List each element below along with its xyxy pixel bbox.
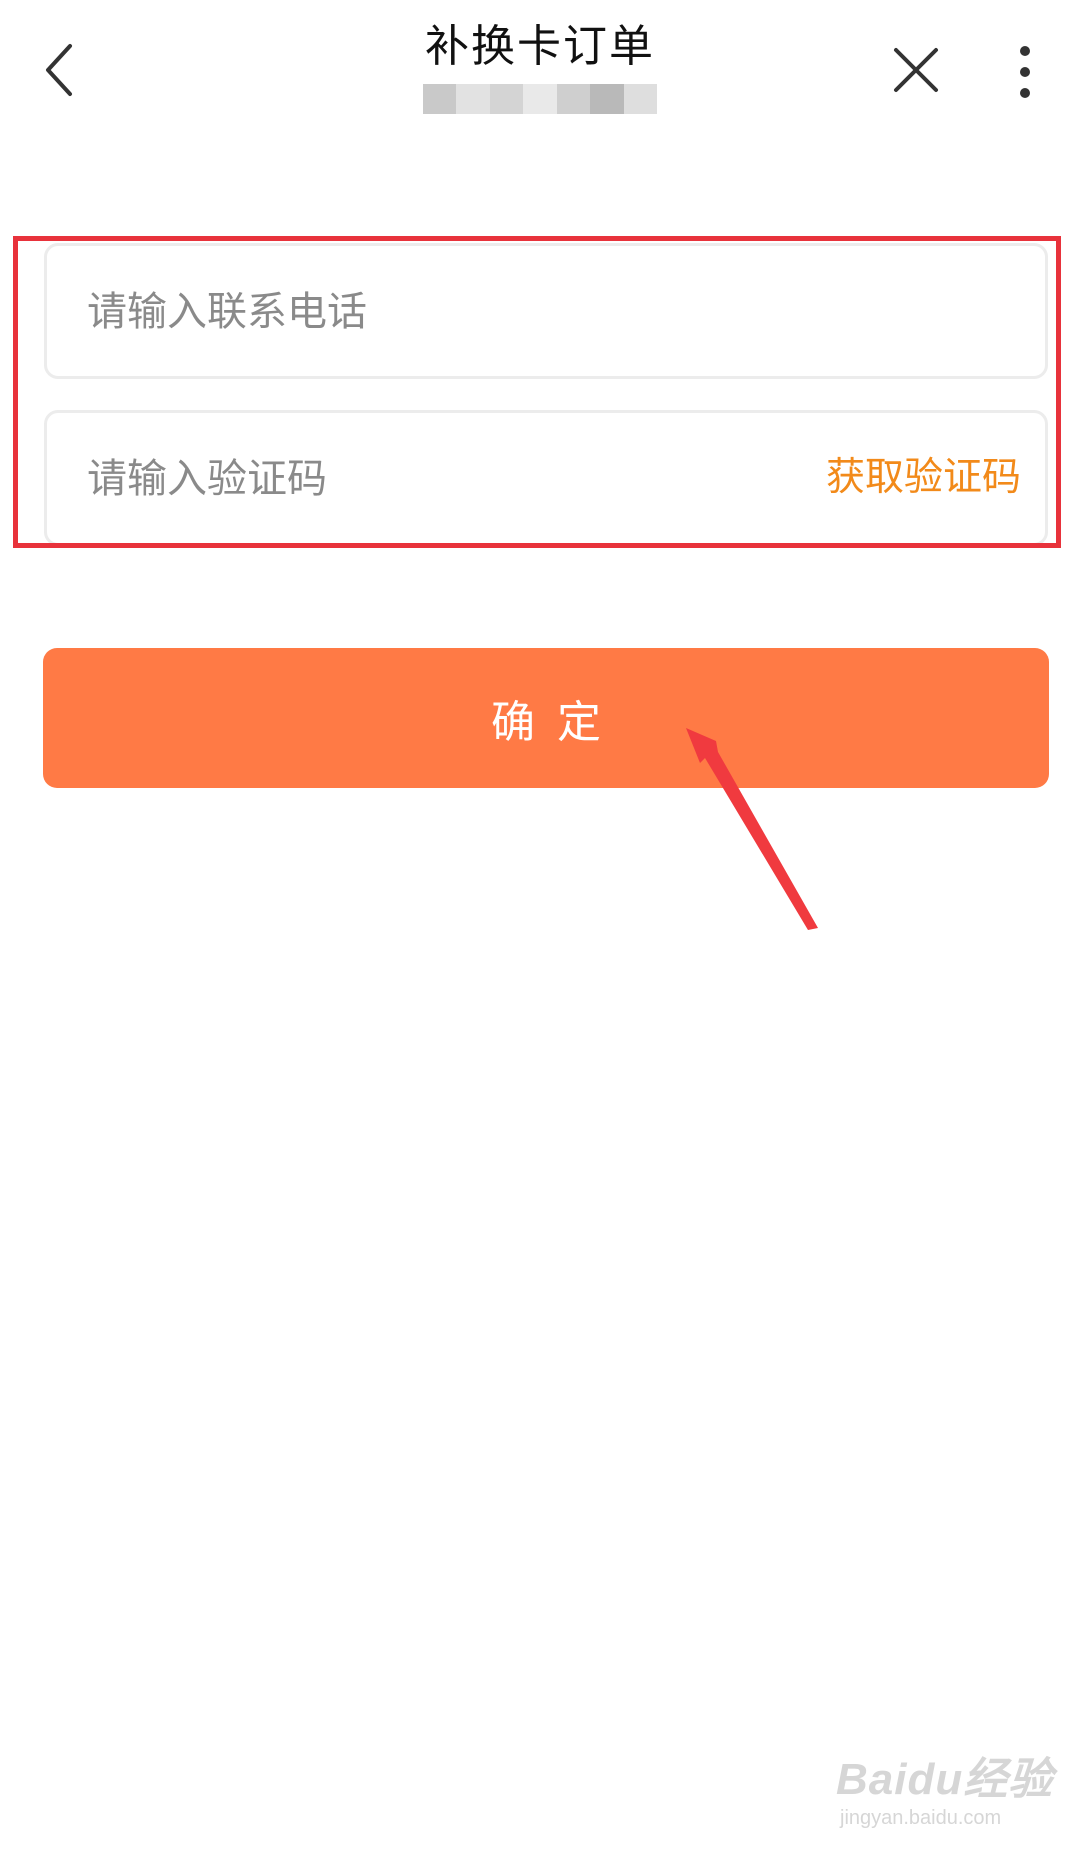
chevron-left-icon[interactable] <box>40 40 90 100</box>
watermark-logo: Baidu经验 <box>836 1755 1054 1804</box>
page-title: 补换卡订单 <box>425 21 655 72</box>
close-icon[interactable] <box>890 44 942 96</box>
more-vertical-icon[interactable] <box>1010 44 1040 100</box>
confirm-button[interactable]: 确定 <box>43 648 1049 788</box>
nav-bar: 补换卡订单 <box>0 0 1080 140</box>
title-group: 补换卡订单 <box>340 18 740 114</box>
watermark-url: jingyan.baidu.com <box>840 1807 1002 1829</box>
masked-phone-number <box>423 84 657 114</box>
baidu-jingyan-watermark: Baidu经验 jingyan.baidu.com <box>836 1755 1056 1845</box>
highlight-annotation-box <box>13 236 1061 548</box>
